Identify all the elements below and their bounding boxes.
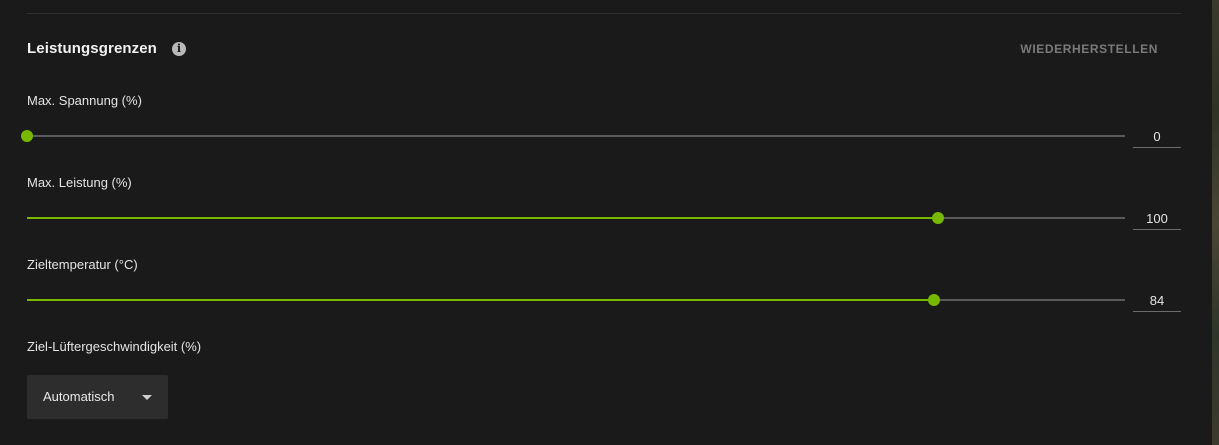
slider-thumb[interactable] bbox=[927, 294, 940, 306]
slider-thumb[interactable] bbox=[21, 130, 33, 142]
power-limits-panel: Leistungsgrenzen i WIEDERHERSTELLEN Max.… bbox=[0, 0, 1213, 445]
chevron-down-icon bbox=[142, 395, 152, 400]
target-temperature-value[interactable]: 84 bbox=[1133, 291, 1181, 312]
max-power-label: Max. Leistung (%) bbox=[27, 175, 132, 190]
restore-button[interactable]: WIEDERHERSTELLEN bbox=[1020, 42, 1158, 56]
target-fan-speed-label: Ziel-Lüftergeschwindigkeit (%) bbox=[27, 339, 202, 354]
slider-thumb[interactable] bbox=[932, 212, 945, 224]
slider-fill bbox=[27, 299, 934, 301]
fan-speed-dropdown[interactable]: Automatisch bbox=[27, 375, 168, 419]
divider bbox=[27, 13, 1181, 14]
dropdown-selected-value: Automatisch bbox=[43, 389, 115, 404]
target-temperature-slider[interactable] bbox=[27, 294, 1125, 306]
target-temperature-label: Zieltemperatur (°C) bbox=[27, 257, 138, 272]
background-edge bbox=[1212, 0, 1219, 445]
section-title: Leistungsgrenzen bbox=[27, 40, 157, 57]
max-power-slider[interactable] bbox=[27, 212, 1125, 224]
slider-fill bbox=[27, 217, 939, 219]
max-power-value[interactable]: 100 bbox=[1133, 209, 1181, 230]
max-voltage-value[interactable]: 0 bbox=[1133, 127, 1181, 148]
info-icon[interactable]: i bbox=[172, 42, 186, 56]
slider-track bbox=[27, 135, 1125, 137]
max-voltage-slider[interactable] bbox=[21, 130, 1125, 142]
max-voltage-label: Max. Spannung (%) bbox=[27, 93, 142, 108]
